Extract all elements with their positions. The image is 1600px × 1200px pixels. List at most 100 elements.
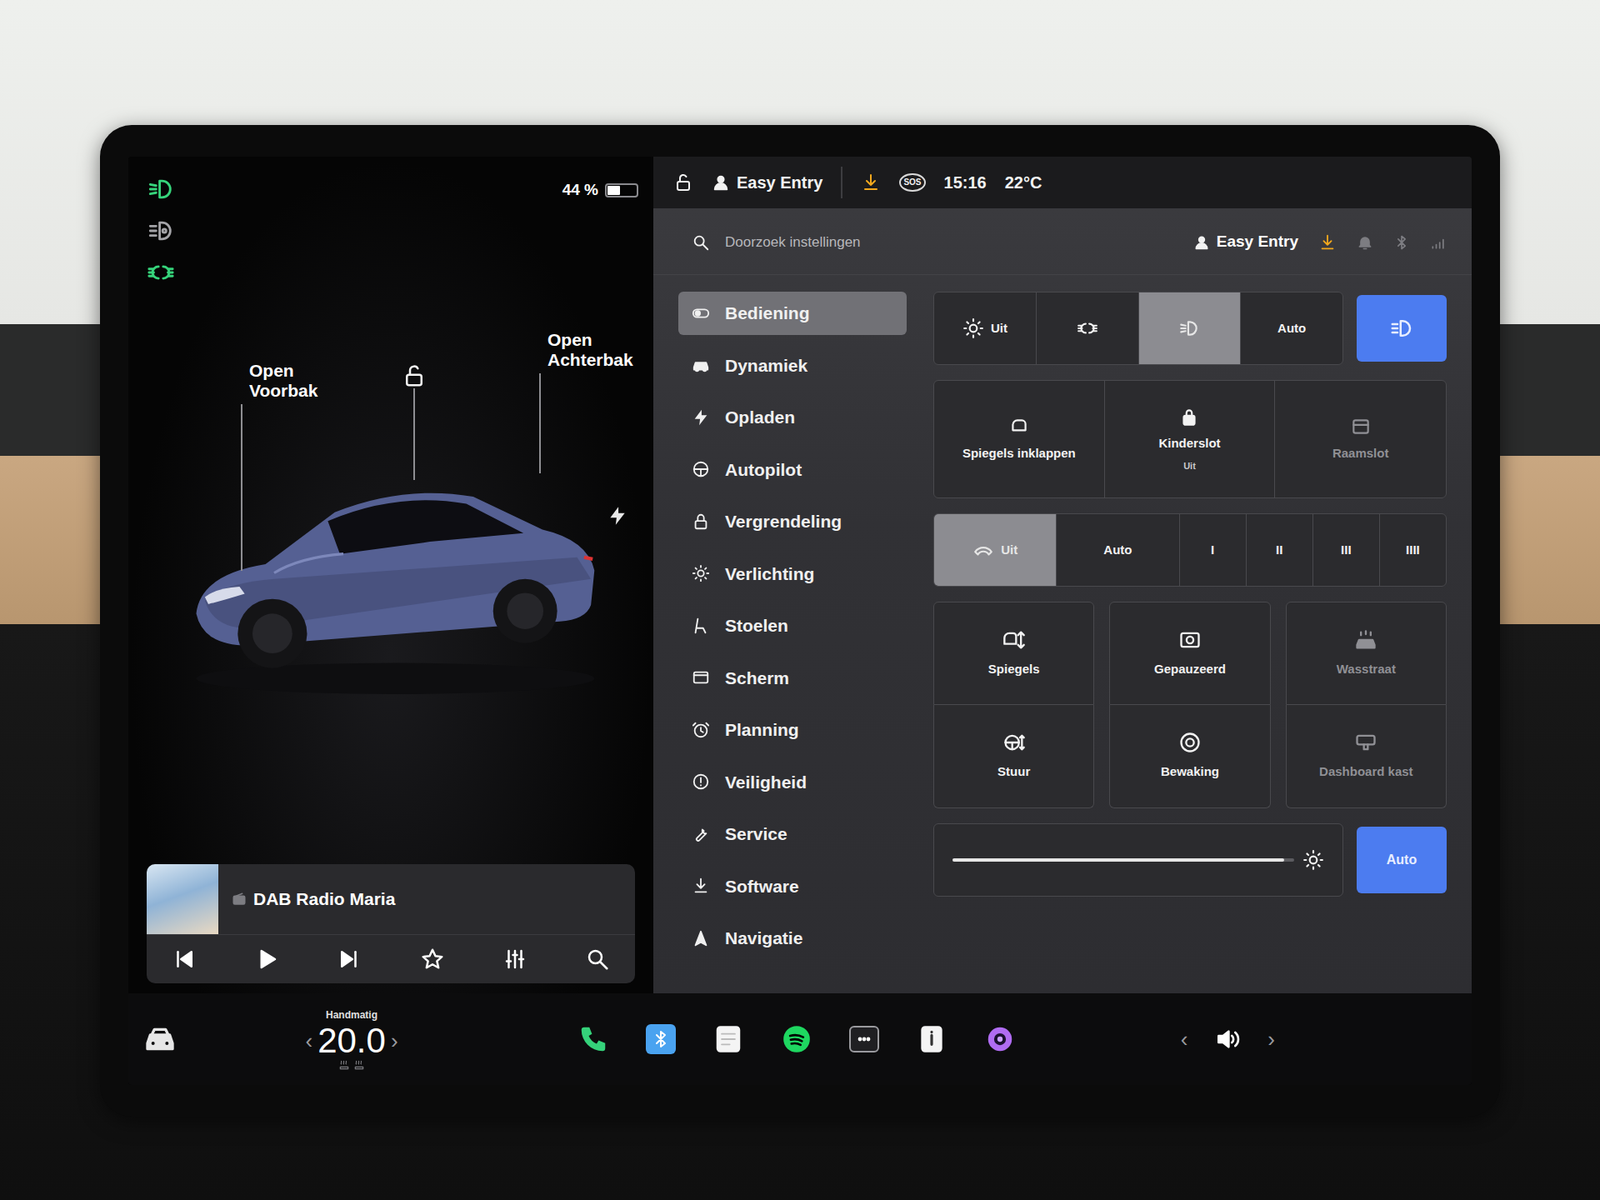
menu-item-label[interactable]: Planning	[725, 716, 800, 744]
cabin-temperature[interactable]: 20.0	[317, 1022, 386, 1060]
wiper-speed-option[interactable]: I	[1180, 514, 1247, 586]
equalizer-icon[interactable]	[502, 946, 528, 972]
camera-icon[interactable]	[984, 1023, 1016, 1055]
menu-item[interactable]: Vergrendeling	[678, 500, 907, 544]
car-front-icon[interactable]	[143, 1022, 177, 1056]
tile-label[interactable]: Spiegels inklappen	[962, 444, 1076, 464]
headlight-mode-option[interactable]	[1139, 292, 1242, 365]
option-content[interactable]: Auto	[1103, 540, 1132, 560]
option-label[interactable]: IIII	[1405, 540, 1420, 560]
tile-status[interactable]: Uit	[1183, 459, 1196, 474]
bluetooth-app-icon[interactable]	[645, 1024, 676, 1055]
wiper-speed-option[interactable]: II	[1246, 514, 1314, 586]
menu-item[interactable]: Scherm	[678, 656, 907, 700]
menu-item[interactable]: Stoelen	[678, 604, 907, 648]
menu-item[interactable]: Opladen	[678, 395, 907, 440]
menu-item-label[interactable]: Vergrendeling	[725, 508, 842, 535]
volume-down[interactable]: ‹	[1175, 1023, 1194, 1056]
headlight-mode-option[interactable]: Uit	[934, 292, 1037, 365]
auto-label[interactable]: Auto	[1386, 850, 1417, 870]
menu-item-label[interactable]: Opladen	[725, 404, 795, 431]
settings-search[interactable]	[723, 230, 1180, 255]
download-icon[interactable]	[860, 172, 881, 193]
menu-item[interactable]: Service	[678, 812, 907, 856]
menu-item-label[interactable]: Verlichting	[725, 560, 815, 588]
menu-item-label[interactable]: Software	[725, 873, 800, 900]
sun-icon[interactable]	[1302, 849, 1325, 871]
menu-item-label[interactable]: Service	[725, 820, 788, 848]
menu-item-label[interactable]: Autopilot	[725, 456, 802, 484]
phone-icon[interactable]	[577, 1023, 610, 1055]
option-label[interactable]: Auto	[1277, 319, 1306, 339]
brightness-auto-button[interactable]: Auto	[1356, 826, 1447, 894]
volume-up[interactable]: ›	[1262, 1023, 1280, 1056]
menu-item[interactable]: Veiligheid	[678, 760, 907, 805]
headlight-mode-option[interactable]	[1036, 292, 1140, 365]
tile-label[interactable]: Wasstraat	[1336, 660, 1396, 680]
tile-label[interactable]: Dashboard kast	[1319, 762, 1414, 782]
option-label[interactable]: Auto	[1103, 540, 1132, 560]
download-icon[interactable]	[1318, 233, 1337, 252]
more-icon[interactable]	[849, 1025, 880, 1053]
menu-item[interactable]: Autopilot	[678, 448, 907, 492]
temperature-up[interactable]: ›	[385, 1025, 404, 1058]
lock-open-icon[interactable]	[401, 363, 427, 389]
headlight-mode-option[interactable]: Auto	[1240, 292, 1343, 365]
menu-item-label[interactable]: Stoelen	[725, 612, 789, 640]
menu-item-label[interactable]: Scherm	[725, 665, 790, 692]
volume-icon[interactable]	[1214, 1025, 1241, 1053]
option-content[interactable]: I	[1210, 540, 1215, 560]
menu-item[interactable]: Bediening	[678, 291, 907, 335]
bell-icon[interactable]	[1356, 234, 1374, 251]
option-content[interactable]: III	[1340, 540, 1352, 560]
tile-label[interactable]: Bewaking	[1160, 762, 1220, 782]
option-label[interactable]: Uit	[990, 319, 1008, 339]
high-beam-button[interactable]	[1356, 295, 1447, 362]
option-content[interactable]	[1076, 317, 1099, 340]
control-tile[interactable]: Kinderslot Uit	[1105, 380, 1276, 498]
wiper-speed-option[interactable]: IIII	[1380, 514, 1446, 586]
star-icon[interactable]	[420, 946, 445, 972]
option-content[interactable]: II	[1275, 540, 1283, 560]
brightness-slider[interactable]	[933, 823, 1344, 897]
next-icon[interactable]	[336, 946, 362, 972]
option-label[interactable]: I	[1210, 540, 1215, 560]
menu-item[interactable]: Navigatie	[678, 916, 907, 960]
option-content[interactable]	[1178, 317, 1200, 340]
option-label[interactable]: Uit	[1000, 540, 1018, 560]
control-tile[interactable]: Spiegels	[933, 601, 1095, 705]
prev-icon[interactable]	[171, 946, 197, 972]
menu-item[interactable]: Verlichting	[678, 552, 907, 596]
menu-item[interactable]: Software	[678, 865, 907, 909]
menu-item-label[interactable]: Veiligheid	[725, 769, 807, 796]
menu-item-label[interactable]: Bediening	[725, 300, 810, 327]
wiper-speed-option[interactable]: Uit	[934, 514, 1057, 586]
menu-item-label[interactable]: Dynamiek	[725, 352, 808, 380]
tile-label[interactable]: Kinderslot	[1158, 434, 1220, 454]
seat-heat-icon[interactable]	[353, 1059, 365, 1071]
control-tile[interactable]: Raamslot	[1275, 380, 1446, 498]
settings-profile[interactable]: Easy Entry	[1193, 230, 1299, 255]
bluetooth-icon[interactable]	[1393, 234, 1410, 251]
control-tile[interactable]: Bewaking	[1109, 705, 1270, 809]
wiper-speed-option[interactable]: Auto	[1056, 514, 1180, 586]
profile-name[interactable]: Easy Entry	[736, 170, 823, 195]
seat-heat-icon[interactable]	[338, 1059, 350, 1071]
rear-trunk-button-label[interactable]: Open Achterbak	[539, 330, 631, 370]
tile-label[interactable]: Gepauzeerd	[1154, 660, 1226, 680]
option-content[interactable]: Uit	[972, 539, 1018, 561]
rear-trunk-button[interactable]: Open Achterbak	[539, 330, 631, 474]
temperature-down[interactable]: ‹	[300, 1025, 318, 1058]
option-content[interactable]: IIII	[1405, 540, 1420, 560]
option-label[interactable]: III	[1340, 540, 1352, 560]
spotify-icon[interactable]	[780, 1023, 813, 1055]
menu-item[interactable]: Planning	[678, 708, 907, 752]
option-content[interactable]: Uit	[962, 317, 1008, 340]
control-tile[interactable]: Gepauzeerd	[1109, 601, 1270, 705]
profile-button[interactable]: Easy Entry	[711, 170, 823, 195]
settings-profile-name[interactable]: Easy Entry	[1216, 230, 1299, 255]
play-icon[interactable]	[254, 946, 280, 972]
brightness-track[interactable]	[952, 858, 1295, 862]
front-trunk-button[interactable]: Open Voorbak	[240, 360, 333, 571]
lock-open-icon[interactable]	[673, 172, 694, 193]
